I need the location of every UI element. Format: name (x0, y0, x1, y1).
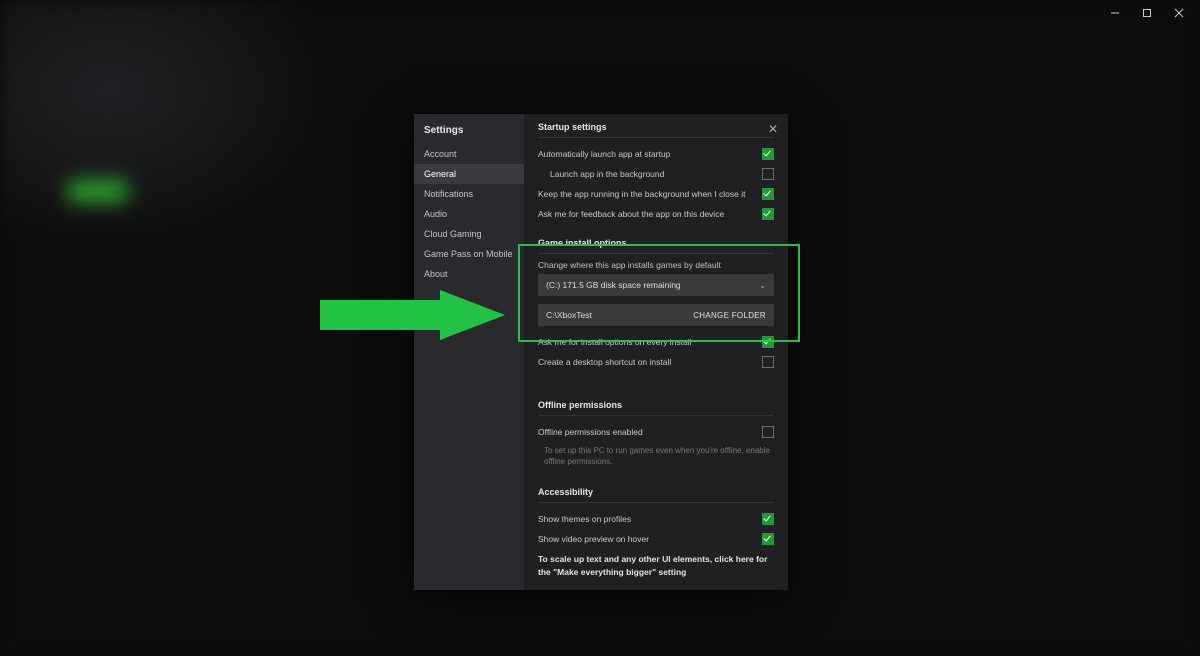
row-desktop-shortcut: Create a desktop shortcut on install (538, 352, 774, 372)
nav-gamepass-mobile[interactable]: Game Pass on Mobile (414, 244, 524, 264)
window-titlebar (1108, 0, 1200, 26)
row-keep-running: Keep the app running in the background w… (538, 184, 774, 204)
checkbox-keep-running[interactable] (762, 188, 774, 200)
row-ask-feedback: Ask me for feedback about the app on thi… (538, 204, 774, 224)
window-minimize-button[interactable] (1108, 6, 1122, 20)
nav-cloud-gaming[interactable]: Cloud Gaming (414, 224, 524, 244)
label-keep-running: Keep the app running in the background w… (538, 189, 745, 199)
scale-note[interactable]: To scale up text and any other UI elemen… (538, 553, 774, 578)
change-folder-button[interactable]: CHANGE FOLDER (693, 311, 766, 320)
dialog-title: Settings (414, 114, 524, 144)
section-offline-heading: Offline permissions (538, 400, 774, 416)
label-ask-every: Ask me for install options on every inst… (538, 337, 692, 347)
settings-content: ✕ Startup settings Automatically launch … (524, 114, 788, 590)
window-close-button[interactable] (1172, 6, 1186, 20)
install-folder-row: C:\XboxTest CHANGE FOLDER (538, 304, 774, 326)
drive-selected-value: (C:) 171.5 GB disk space remaining (546, 280, 681, 290)
checkbox-ask-feedback[interactable] (762, 208, 774, 220)
checkbox-auto-launch[interactable] (762, 148, 774, 160)
label-change-where: Change where this app installs games by … (538, 260, 774, 270)
install-folder-path: C:\XboxTest (546, 310, 592, 320)
drive-select[interactable]: (C:) 171.5 GB disk space remaining ⌄ (538, 274, 774, 296)
row-offline-enabled: Offline permissions enabled (538, 422, 774, 442)
row-video-preview: Show video preview on hover (538, 529, 774, 549)
nav-notifications[interactable]: Notifications (414, 184, 524, 204)
row-ask-every-install: Ask me for install options on every inst… (538, 332, 774, 352)
row-auto-launch: Automatically launch app at startup (538, 144, 774, 164)
settings-sidebar: Settings Account General Notifications A… (414, 114, 524, 590)
window-maximize-button[interactable] (1140, 6, 1154, 20)
label-auto-launch: Automatically launch app at startup (538, 149, 670, 159)
checkbox-show-themes[interactable] (762, 513, 774, 525)
label-video-preview: Show video preview on hover (538, 534, 649, 544)
section-install-heading: Game install options (538, 238, 774, 254)
label-shortcut: Create a desktop shortcut on install (538, 357, 671, 367)
row-show-themes: Show themes on profiles (538, 509, 774, 529)
checkbox-launch-bg[interactable] (762, 168, 774, 180)
chevron-down-icon: ⌄ (759, 281, 766, 290)
label-offline-enabled: Offline permissions enabled (538, 427, 643, 437)
nav-audio[interactable]: Audio (414, 204, 524, 224)
dialog-close-button[interactable]: ✕ (768, 122, 778, 136)
nav-general[interactable]: General (414, 164, 524, 184)
checkbox-video-preview[interactable] (762, 533, 774, 545)
settings-dialog: Settings Account General Notifications A… (414, 114, 788, 590)
checkbox-offline-enabled[interactable] (762, 426, 774, 438)
section-accessibility-heading: Accessibility (538, 487, 774, 503)
offline-hint: To set up this PC to run games even when… (544, 445, 774, 467)
row-launch-bg: Launch app in the background (538, 164, 774, 184)
nav-about[interactable]: About (414, 264, 524, 284)
section-startup-heading: Startup settings (538, 122, 774, 138)
label-ask-feedback: Ask me for feedback about the app on thi… (538, 209, 724, 219)
checkbox-shortcut[interactable] (762, 356, 774, 368)
label-show-themes: Show themes on profiles (538, 514, 631, 524)
nav-account[interactable]: Account (414, 144, 524, 164)
label-launch-bg: Launch app in the background (538, 169, 664, 179)
checkbox-ask-every[interactable] (762, 336, 774, 348)
